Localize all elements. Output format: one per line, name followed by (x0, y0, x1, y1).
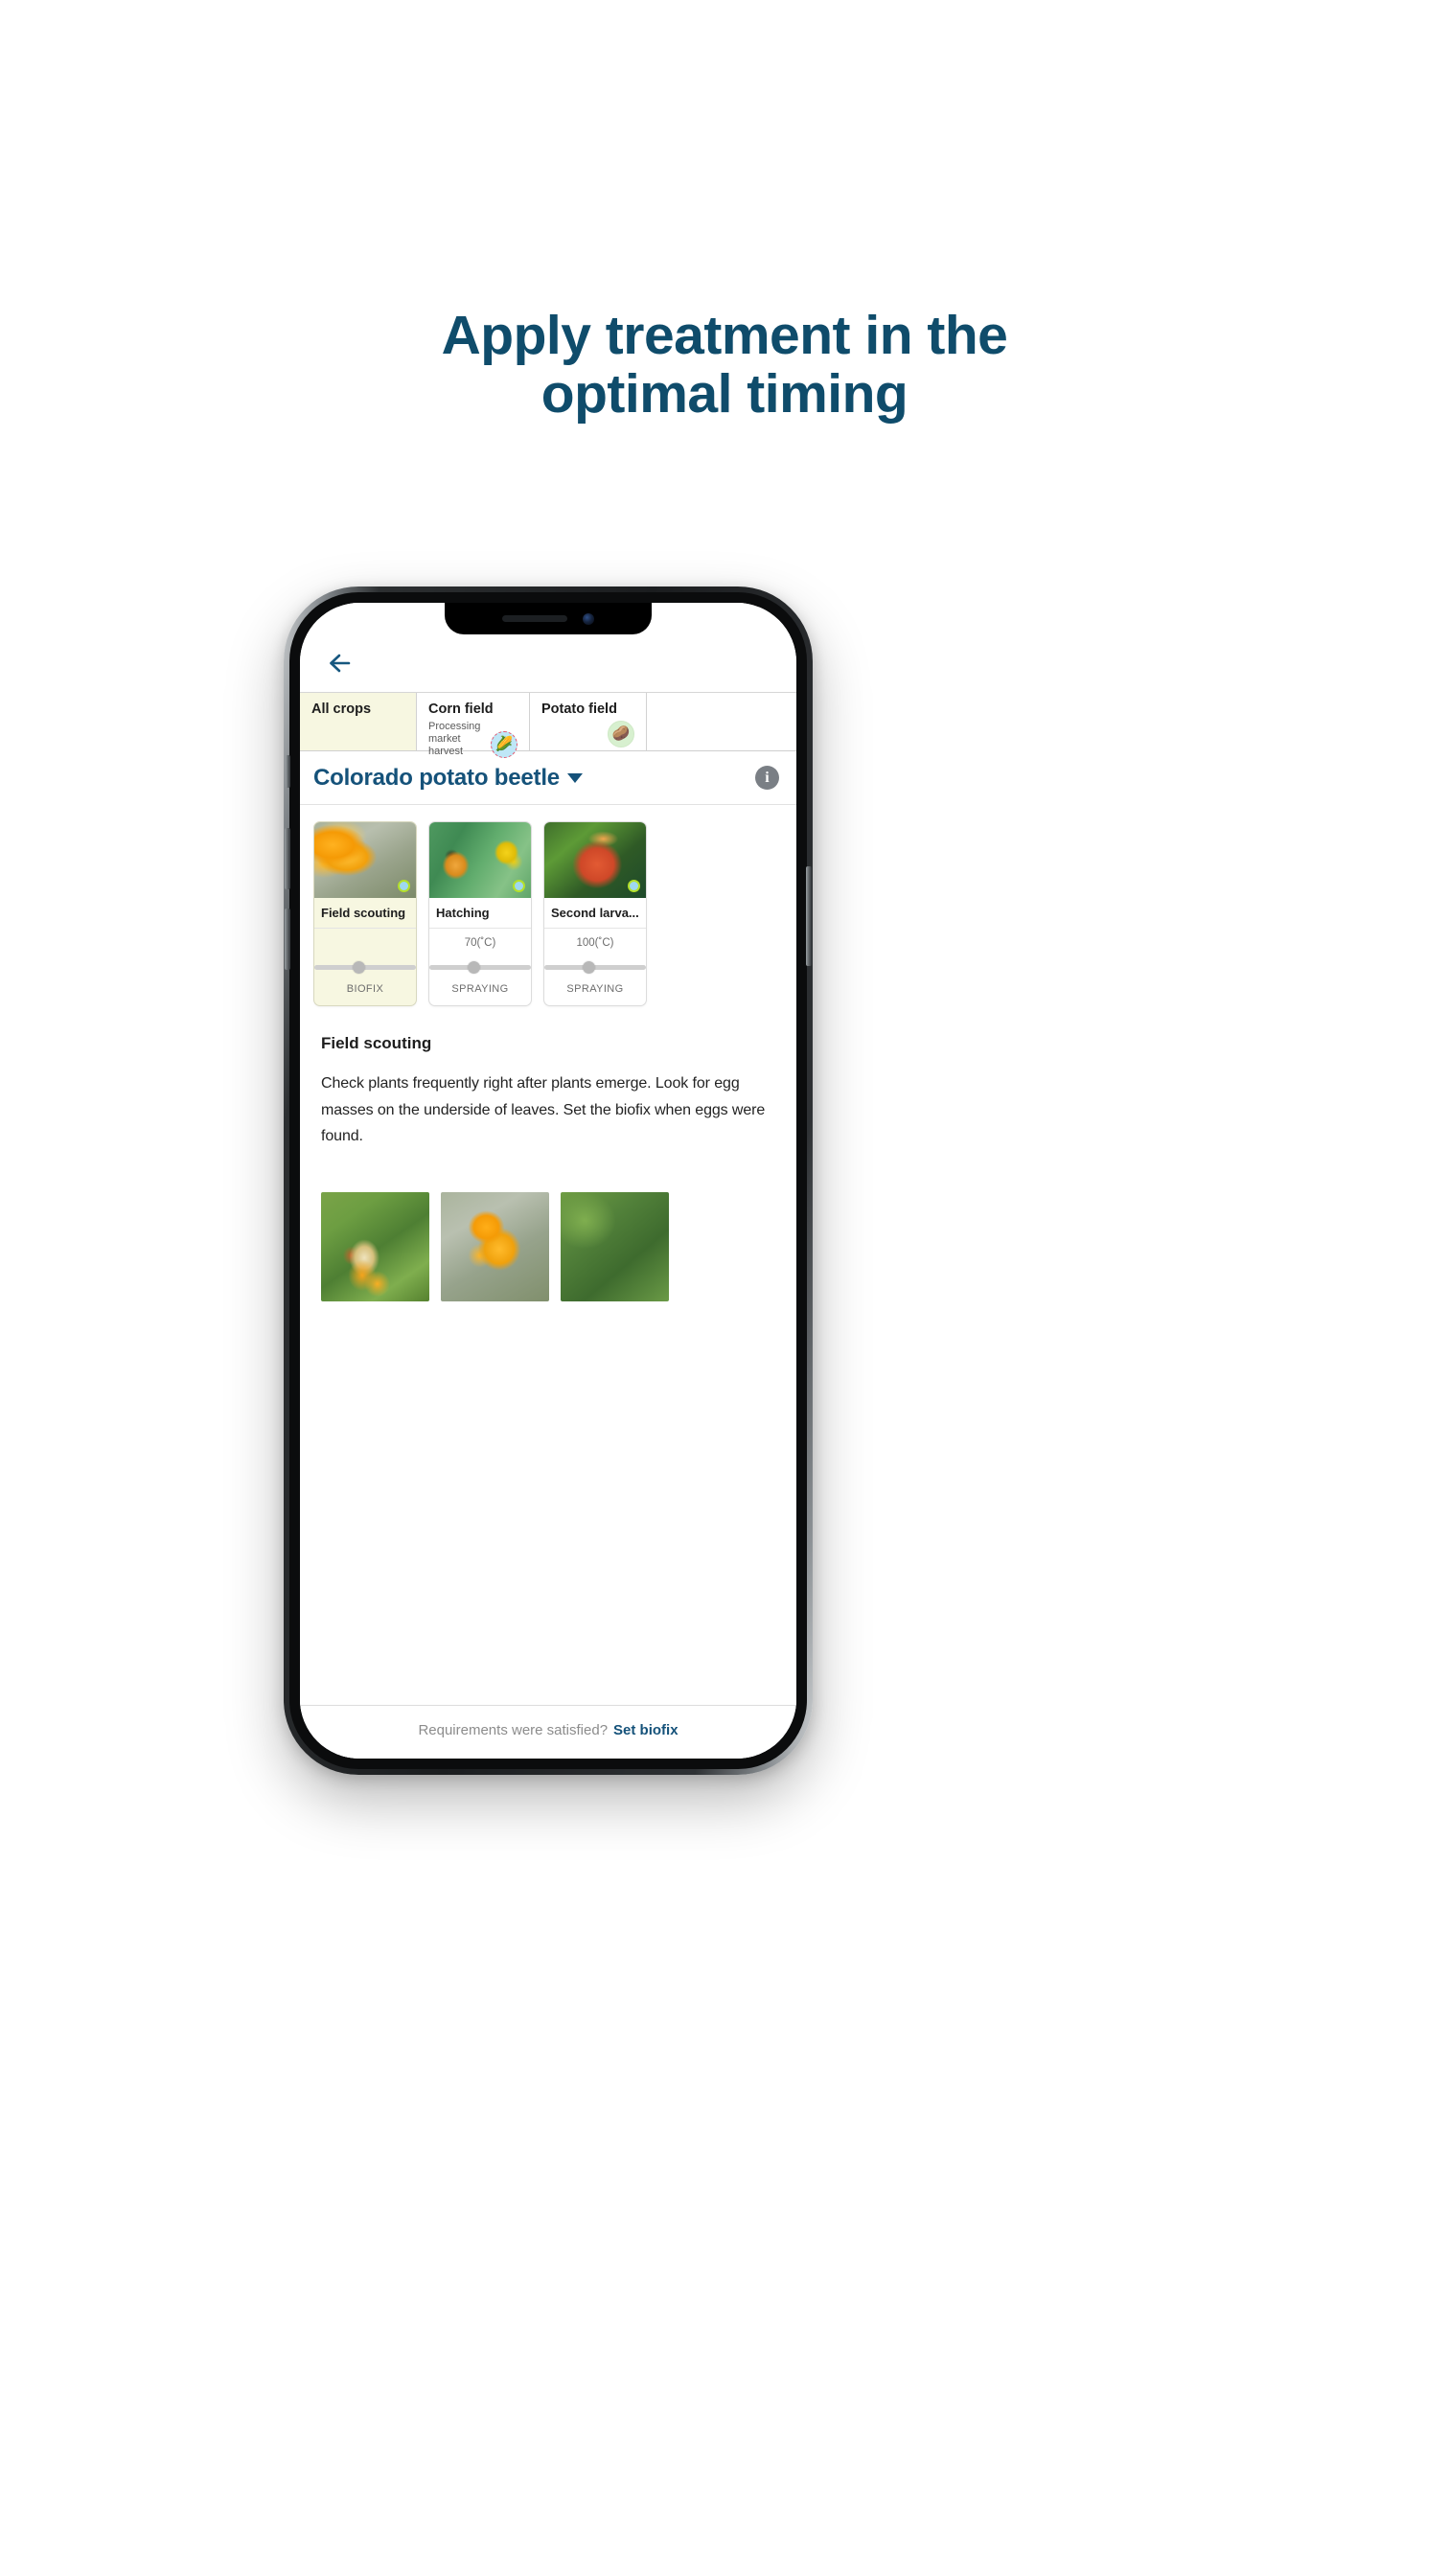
stage-slider-knob[interactable] (468, 960, 481, 974)
gallery-image-egg-mass[interactable] (441, 1191, 549, 1301)
stage-detail-gallery[interactable] (321, 1191, 775, 1301)
volume-down-button[interactable] (285, 908, 290, 970)
potato-crop-icon: 🥔 (608, 720, 634, 748)
stage-gdd: 100(˚C) (576, 937, 614, 949)
stage-gdd: 70(˚C) (464, 937, 496, 949)
page-title: Apply treatment in the optimal timing (0, 307, 1449, 424)
stage-name: Field scouting (314, 898, 416, 929)
stage-card-hatching[interactable]: Hatching 70(˚C) SPRAYING (428, 821, 532, 1006)
stage-action-label: SPRAYING (451, 983, 509, 995)
stage-name: Second larva... (544, 898, 646, 929)
tab-corn-field[interactable]: Corn field Processing market harvest 🌽 (417, 693, 530, 758)
gallery-image-potato-leaf[interactable] (561, 1191, 669, 1301)
front-camera-icon (583, 612, 594, 625)
stage-progress-slider[interactable] (314, 960, 416, 974)
stage-action-label: SPRAYING (566, 983, 624, 995)
stage-action-label: BIOFIX (346, 983, 384, 995)
stage-progress-slider[interactable] (544, 960, 646, 974)
stage-status-dot (398, 880, 410, 892)
pest-header: Colorado potato beetle i (300, 751, 796, 805)
tab-all-crops-label: All crops (311, 702, 372, 717)
phone-notch (445, 603, 652, 634)
stage-progress-slider[interactable] (429, 960, 531, 974)
stage-name: Hatching (429, 898, 531, 929)
stage-status-dot (513, 880, 525, 892)
tab-potato-field-label: Potato field (541, 702, 617, 717)
stage-slider-knob[interactable] (353, 960, 366, 974)
back-arrow-icon[interactable] (323, 644, 361, 682)
stage-detail-section: Field scouting Check plants frequently r… (300, 1023, 796, 1705)
stage-detail-title: Field scouting (321, 1034, 432, 1052)
info-icon[interactable]: i (755, 766, 779, 790)
tab-potato-field-body: 🥔 (541, 720, 634, 748)
page-title-line-1: Apply treatment in the (441, 305, 1008, 366)
set-biofix-bar: Requirements were satisfied? Set biofix (300, 1705, 796, 1759)
pest-selector[interactable]: Colorado potato beetle (313, 765, 583, 792)
tab-corn-field-subtitle: Processing market harvest (428, 720, 481, 757)
stage-status-dot (628, 880, 640, 892)
chevron-down-icon[interactable] (566, 772, 583, 783)
tab-corn-field-label: Corn field (428, 702, 494, 717)
phone-screen: All crops Corn field Processing market h… (300, 603, 796, 1759)
stage-card-second-larva[interactable]: Second larva... 100(˚C) SPRAYING (543, 821, 647, 1006)
set-biofix-link[interactable]: Set biofix (613, 1722, 678, 1738)
stage-photo-second-larva (544, 822, 646, 898)
page-title-line-2: optimal timing (540, 362, 908, 425)
phone-bezel: All crops Corn field Processing market h… (285, 592, 812, 1769)
app-container: All crops Corn field Processing market h… (300, 603, 796, 1759)
tab-corn-field-body: Processing market harvest 🌽 (428, 721, 518, 758)
stage-slider-knob[interactable] (583, 960, 596, 974)
stage-photo-hatching (429, 822, 531, 898)
phone-mockup: All crops Corn field Processing market h… (284, 586, 813, 1775)
tab-all-crops[interactable]: All crops (300, 693, 417, 750)
gallery-image-beetle-with-eggs[interactable] (321, 1191, 429, 1301)
page-root: Apply treatment in the optimal timing Al… (0, 0, 1449, 2576)
stage-photo-field-scouting (314, 822, 416, 898)
volume-up-button[interactable] (285, 828, 290, 889)
silent-switch[interactable] (286, 755, 290, 788)
requirements-question: Requirements were satisfied? (418, 1722, 609, 1738)
earpiece-speaker-icon (502, 615, 567, 622)
pest-name: Colorado potato beetle (313, 764, 560, 791)
stage-card-list[interactable]: Field scouting BIOFIX Hatching 70(˚C) SP… (300, 805, 796, 1023)
power-button[interactable] (806, 866, 812, 966)
corn-crop-icon: 🌽 (491, 730, 518, 758)
stage-card-field-scouting[interactable]: Field scouting BIOFIX (313, 821, 417, 1006)
stage-detail-body: Check plants frequently right after plan… (321, 1075, 766, 1145)
tab-potato-field[interactable]: Potato field 🥔 (530, 693, 647, 750)
stage-gdd (314, 929, 416, 960)
field-tabs: All crops Corn field Processing market h… (300, 692, 796, 758)
